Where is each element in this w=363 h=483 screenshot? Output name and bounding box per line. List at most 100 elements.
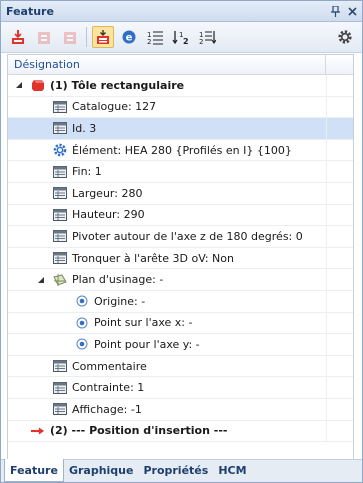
tree-row-label: (2) --- Position d'insertion ---: [50, 424, 228, 438]
bottom-tabs: Feature Graphique Propriétés HCM: [1, 459, 362, 482]
toolbar: e 12 12 12: [1, 22, 362, 53]
property-icon: [53, 359, 67, 373]
tree-row-label: Point sur l'axe x: -: [94, 316, 193, 330]
column-divider: [326, 96, 327, 118]
expand-toggle-icon[interactable]: [35, 274, 47, 286]
column-divider: [326, 118, 327, 139]
column-divider: [326, 355, 327, 377]
tree-row-label: Contrainte: 1: [72, 381, 145, 395]
gear-icon[interactable]: [334, 26, 356, 48]
tree-row[interactable]: Élément: HEA 280 {Profilés en I} {100}: [8, 139, 353, 162]
property-icon: [53, 229, 67, 243]
plane-icon: [53, 273, 67, 287]
tree-row-label: Pivoter autour de l'axe z de 180 degrés:…: [72, 229, 303, 243]
column-divider: [326, 161, 327, 182]
tree-row[interactable]: Commentaire: [8, 355, 353, 378]
radio-point-icon: [75, 316, 89, 330]
edit-e-button[interactable]: e: [118, 26, 140, 48]
toggle-spacer: [35, 360, 47, 372]
tree-row[interactable]: Affichage: -1: [8, 398, 353, 421]
toggle-spacer: [35, 101, 47, 113]
toggle-spacer: [57, 295, 69, 307]
column-divider: [326, 139, 327, 161]
tree-row[interactable]: Catalogue: 127: [8, 96, 353, 119]
tree-row-label: Commentaire: [72, 359, 147, 373]
tree-row-label: Fin: 1: [72, 165, 102, 179]
tree-row-label: Plan d'usinage: -: [72, 273, 164, 287]
column-divider: [326, 398, 327, 420]
insert-after-button[interactable]: [59, 26, 81, 48]
column-header: Désignation: [8, 55, 353, 75]
radio-point-icon: [75, 337, 89, 351]
tree-row[interactable]: Hauteur: 290: [8, 204, 353, 227]
gear-icon: [53, 143, 67, 157]
toggle-spacer: [35, 382, 47, 394]
tab-hcm[interactable]: HCM: [213, 460, 251, 482]
red-cube-icon: [31, 78, 45, 92]
sort-descending-button[interactable]: 12: [170, 26, 192, 48]
feature-list-button[interactable]: [92, 26, 114, 48]
tree-row[interactable]: (1) Tôle rectangulaire: [8, 75, 353, 97]
tree-row[interactable]: Pivoter autour de l'axe z de 180 degrés:…: [8, 226, 353, 248]
svg-text:2: 2: [199, 38, 203, 45]
svg-text:2: 2: [183, 37, 189, 45]
tree-row[interactable]: (2) --- Position d'insertion ---: [8, 420, 353, 443]
column-divider: [326, 204, 327, 226]
feature-tree: Désignation (1) Tôle rectangulaire Catalo…: [7, 54, 354, 461]
tree-row[interactable]: Tronquer à l'arête 3D oV: Non: [8, 247, 353, 270]
property-icon: [53, 251, 67, 265]
column-divider: [326, 334, 327, 355]
tree-row-label: Élément: HEA 280 {Profilés en I} {100}: [72, 143, 292, 157]
column-divider: [326, 420, 327, 442]
tree-row-label: Catalogue: 127: [72, 100, 157, 114]
property-icon: [53, 100, 67, 114]
insert-before-button[interactable]: [33, 26, 55, 48]
tree-row-label: Id. 3: [72, 121, 97, 135]
toggle-spacer: [13, 425, 25, 437]
toggle-spacer: [35, 144, 47, 156]
tree-row[interactable]: Origine: -: [8, 290, 353, 313]
tree-row-label: (1) Tôle rectangulaire: [50, 78, 185, 92]
svg-text:2: 2: [147, 38, 151, 45]
close-icon[interactable]: [345, 4, 359, 18]
toggle-spacer: [35, 403, 47, 415]
tree-row[interactable]: Point sur l'axe x: -: [8, 312, 353, 335]
red-arrow-icon: [31, 424, 45, 438]
tree-row[interactable]: Plan d'usinage: -: [8, 269, 353, 291]
radio-point-icon: [75, 294, 89, 308]
tab-graphique[interactable]: Graphique: [64, 460, 139, 482]
toggle-spacer: [35, 166, 47, 178]
tab-proprietes[interactable]: Propriétés: [138, 460, 213, 482]
expand-toggle-icon[interactable]: [13, 79, 25, 91]
column-divider: [326, 182, 327, 204]
tree-row[interactable]: Contrainte: 1: [8, 377, 353, 399]
sort-list-button[interactable]: 12: [196, 26, 218, 48]
tree-row[interactable]: Largeur: 280: [8, 182, 353, 205]
column-divider: [326, 290, 327, 312]
tree-row-label: Tronquer à l'arête 3D oV: Non: [72, 251, 234, 265]
tree-row[interactable]: Fin: 1: [8, 161, 353, 183]
tree-row-label: Affichage: -1: [72, 402, 142, 416]
column-divider: [326, 269, 327, 290]
pin-icon[interactable]: [328, 4, 342, 18]
column-divider: [326, 312, 327, 334]
tree-row[interactable]: Point pour l'axe y: -: [8, 334, 353, 356]
toggle-spacer: [35, 187, 47, 199]
feature-panel: Feature e 12 12 12 Désignation (1) Tôle …: [0, 0, 363, 483]
tree-rows: (1) Tôle rectangulaire Catalogue: 127 Id. …: [8, 75, 353, 443]
toggle-spacer: [57, 338, 69, 350]
tree-row-label: Point pour l'axe y: -: [94, 337, 200, 351]
tab-feature[interactable]: Feature: [4, 459, 64, 482]
toggle-spacer: [57, 317, 69, 329]
insert-feature-button[interactable]: [7, 26, 29, 48]
column-divider: [326, 226, 327, 247]
property-icon: [53, 165, 67, 179]
property-icon: [53, 381, 67, 395]
property-icon: [53, 402, 67, 416]
tree-row-label: Origine: -: [94, 294, 146, 308]
tree-row[interactable]: Id. 3: [8, 118, 353, 140]
toggle-spacer: [35, 122, 47, 134]
sort-ascending-button[interactable]: 12: [144, 26, 166, 48]
column-divider: [326, 247, 327, 269]
column-header-designation[interactable]: Désignation: [8, 55, 326, 74]
